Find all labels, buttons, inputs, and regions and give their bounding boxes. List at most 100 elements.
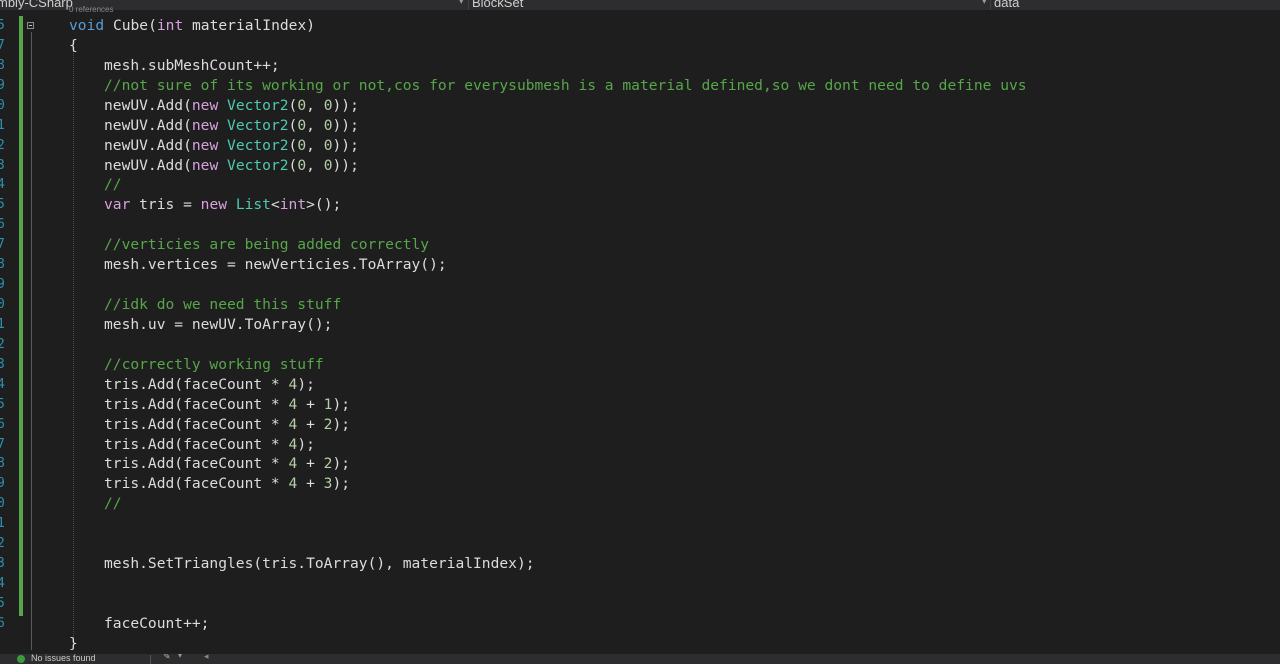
issues-status[interactable]: No issues found [31,654,96,663]
code-line[interactable]: tris.Add(faceCount * 4); [104,435,315,455]
code-token: >(); [306,196,342,214]
code-line[interactable]: //idk do we need this stuff [104,295,341,315]
code-token: Vector2 [227,136,289,154]
code-token: int [279,196,307,214]
arrow-left-icon[interactable]: ◂ [204,654,209,662]
code-token: // [104,495,122,513]
code-line[interactable]: // [104,494,122,514]
code-token: new [200,196,228,214]
line-number: 2 [0,536,5,552]
code-token: )); [332,116,359,134]
code-token: mesh.subMeshCount++; [104,56,280,74]
line-number: 3 [0,556,5,572]
code-line[interactable]: mesh.uv = newUV.ToArray(); [104,315,332,335]
collapse-icon[interactable] [27,22,34,29]
class-dropdown[interactable]: BlockSet [472,0,523,10]
line-number: 5 [0,18,5,33]
code-token: //not sure of its working or not,cos for… [104,76,1027,94]
chevron-down-icon[interactable]: ▾ [982,0,987,7]
code-line[interactable]: tris.Add(faceCount * 4 + 2); [104,454,350,474]
code-token: mesh.uv = newUV.ToArray(); [104,315,333,333]
code-token: // [104,176,122,194]
code-token: )); [332,136,359,154]
line-number: 2 [0,137,5,153]
code-token: , [306,96,324,114]
code-token: new [191,116,219,134]
line-number: 6 [0,217,5,233]
code-line[interactable]: var tris = new List<int>(); [104,195,341,215]
code-token: + [297,455,324,473]
code-token: tris.Add(faceCount * [104,435,289,453]
code-token: Vector2 [227,96,289,114]
code-line[interactable]: // [104,175,122,195]
code-token: tris.Add(faceCount * [104,455,289,473]
code-token: newUV.Add( [104,156,192,174]
code-line[interactable]: newUV.Add(new Vector2(0, 0)); [104,136,359,156]
code-token: + [297,415,324,433]
codelens-references[interactable]: 0 references [69,5,113,14]
divider [468,0,469,10]
code-line[interactable]: newUV.Add(new Vector2(0, 0)); [104,156,359,176]
divider [990,0,991,10]
code-token: mesh.SetTriangles(tris.ToArray(), materi… [104,555,535,573]
code-token: newUV.Add( [104,96,192,114]
code-line[interactable]: { [69,36,78,56]
code-line[interactable]: //correctly working stuff [104,355,324,375]
code-line[interactable]: newUV.Add(new Vector2(0, 0)); [104,116,359,136]
code-line[interactable]: mesh.subMeshCount++; [104,56,280,76]
line-number: 5 [0,197,5,213]
line-number: 0 [0,496,5,512]
line-number: 4 [0,576,5,592]
line-number: 8 [0,257,5,273]
code-token: Vector2 [227,116,289,134]
line-number: 9 [0,277,5,293]
project-dropdown[interactable]: mbly-CSharp [0,0,73,10]
member-dropdown[interactable]: data [994,0,1019,10]
code-token: 4 [288,455,298,473]
line-number: 8 [0,57,5,73]
code-token: 4 [288,475,298,493]
code-token: , [306,116,324,134]
line-number: 3 [0,356,5,372]
code-token: , [306,136,324,154]
code-line[interactable]: //not sure of its working or not,cos for… [104,76,1027,96]
chevron-down-icon[interactable]: ▾ [178,654,182,660]
code-line[interactable]: } [69,634,78,654]
code-line[interactable]: //verticies are being added correctly [104,235,429,255]
line-number: 5 [0,595,5,611]
code-line[interactable]: newUV.Add(new Vector2(0, 0)); [104,96,359,116]
code-token: { [69,36,78,54]
code-token: )); [332,156,359,174]
code-token: ); [332,455,351,473]
code-token: 0 [297,116,307,134]
code-line[interactable]: tris.Add(faceCount * 4 + 1); [104,395,350,415]
chevron-down-icon[interactable]: ▾ [459,0,464,7]
code-line[interactable]: tris.Add(faceCount * 4 + 2); [104,415,350,435]
brush-icon[interactable]: ✎ [163,654,171,662]
code-token: 4 [288,395,298,413]
code-token: + [297,395,324,413]
code-line[interactable]: void Cube(int materialIndex) [69,16,315,36]
code-token: , [306,156,324,174]
code-line[interactable]: mesh.SetTriangles(tris.ToArray(), materi… [104,554,535,574]
code-editor[interactable]: 0 references 5 void Cube(int materialInde… [0,5,1280,654]
line-number: 6 [0,615,5,631]
code-line[interactable]: mesh.vertices = newVerticies.ToArray(); [104,255,447,275]
line-number: 3 [0,157,5,173]
code-line[interactable]: faceCount++; [104,614,209,634]
line-number: 4 [0,376,5,392]
line-number: 7 [0,237,5,253]
code-line[interactable]: tris.Add(faceCount * 4 + 3); [104,474,350,494]
status-divider [150,655,151,664]
line-number: 5 [0,396,5,412]
code-token: ); [297,375,315,393]
line-number: 7 [0,37,5,53]
code-token: < [270,196,280,214]
code-token: 0 [323,96,333,114]
code-token: newUV.Add( [104,136,192,154]
code-line[interactable]: tris.Add(faceCount * 4); [104,375,315,395]
